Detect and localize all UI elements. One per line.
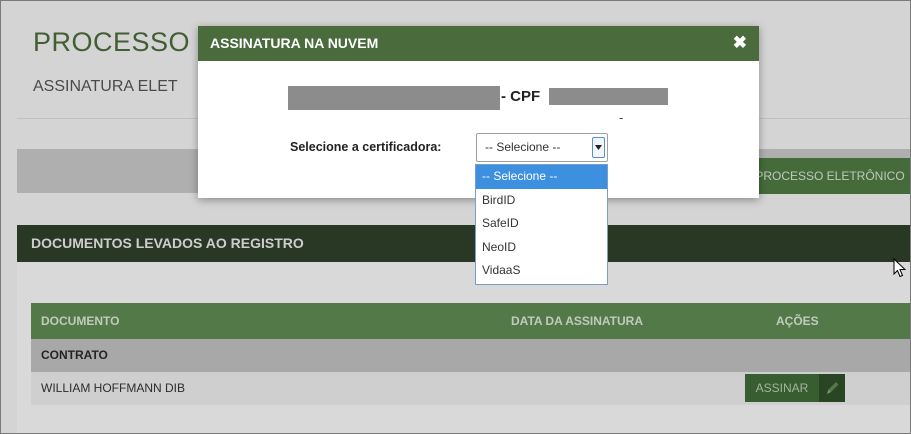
modal-title: ASSINATURA NA NUVEM <box>210 35 379 51</box>
redacted-name <box>288 86 500 110</box>
dropdown-option[interactable]: -- Selecione -- <box>476 165 607 189</box>
certificadora-label: Selecione a certificadora: <box>290 140 442 154</box>
dropdown-option[interactable]: BirdID <box>476 189 607 213</box>
certificadora-select[interactable]: -- Selecione -- <box>476 133 608 162</box>
dropdown-option[interactable]: NeoID <box>476 236 607 260</box>
certificadora-select-value: -- Selecione -- <box>485 140 561 154</box>
chevron-down-icon[interactable] <box>592 137 605 158</box>
dropdown-option[interactable]: VidaaS <box>476 259 607 283</box>
certificadora-dropdown: -- Selecione -- BirdID SafeID NeoID Vida… <box>475 164 608 285</box>
cpf-label: - CPF <box>501 88 541 105</box>
redacted-cpf <box>549 88 668 105</box>
dropdown-option[interactable]: SafeID <box>476 212 607 236</box>
dash-text: - <box>619 110 624 125</box>
close-icon[interactable]: ✖ <box>733 26 747 60</box>
modal-header: ASSINATURA NA NUVEM ✖ <box>198 26 759 61</box>
mouse-cursor-icon <box>893 257 907 283</box>
